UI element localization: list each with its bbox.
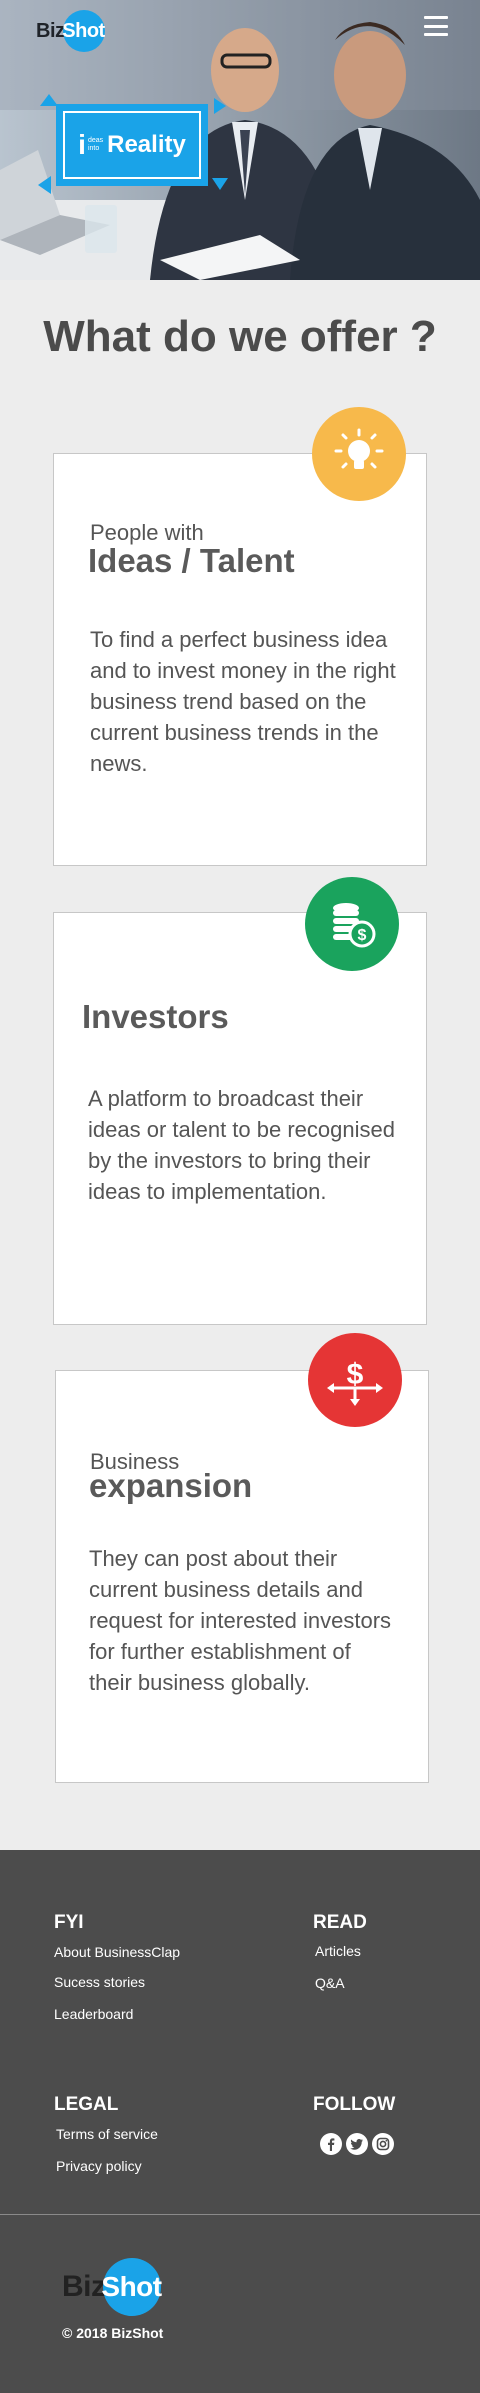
footer-link-terms[interactable]: Terms of service	[56, 2126, 158, 2142]
facebook-icon[interactable]	[320, 2133, 342, 2155]
card-heading: expansion	[89, 1467, 253, 1504]
twitter-icon[interactable]	[346, 2133, 368, 2155]
offer-card-ideas: People with Ideas / Talent To find a per…	[53, 453, 427, 866]
dollar-expansion-icon: $	[308, 1333, 402, 1427]
badge-small-line: into	[87, 145, 100, 152]
hamburger-menu-icon[interactable]	[424, 16, 448, 36]
footer-heading-fyi: FYI	[54, 1912, 84, 1933]
hero-banner: Biz Shot i deas into Reality	[0, 0, 480, 280]
lightbulb-icon	[312, 407, 406, 501]
menu-bar	[424, 24, 448, 28]
footer-link-about[interactable]: About BusinessClap	[54, 1944, 180, 1960]
ideas-into-reality-badge: i deas into Reality	[56, 104, 208, 186]
badge-text: Reality	[107, 131, 186, 158]
footer-heading-read: READ	[313, 1912, 367, 1933]
card-description: To find a perfect business idea and to i…	[90, 627, 396, 776]
offer-card-expansion: Business expansion They can post about t…	[55, 1370, 429, 1783]
decor-triangle	[212, 178, 228, 190]
decor-triangle	[214, 98, 226, 114]
offer-card-investors: Investors A platform to broadcast their …	[53, 912, 427, 1325]
card-heading: Investors	[82, 998, 229, 1035]
social-links	[320, 2133, 394, 2155]
menu-bar	[424, 16, 448, 19]
logo-biz-text: Biz	[62, 2270, 106, 2303]
badge-frame: i deas into Reality	[63, 111, 201, 179]
logo-biz-text: Biz	[36, 19, 65, 42]
footer-link-leaderboard[interactable]: Leaderboard	[54, 2006, 133, 2022]
badge-letter: i	[78, 129, 86, 160]
coins-icon: $	[305, 877, 399, 971]
card-description: A platform to broadcast their ideas or t…	[88, 1086, 395, 1204]
logo-shot-circle: Shot	[101, 2258, 162, 2316]
section-title: What do we offer ?	[43, 312, 437, 361]
badge-small-text: deas into	[88, 137, 103, 153]
footer-logo[interactable]: Biz Shot	[62, 2258, 162, 2316]
header-logo[interactable]: Biz Shot	[36, 10, 105, 52]
site-footer: FYI About BusinessClap Sucess stories Le…	[0, 1850, 480, 2393]
footer-link-qa[interactable]: Q&A	[315, 1975, 345, 1991]
badge-small-line: deas	[87, 137, 104, 144]
decor-triangle	[38, 176, 51, 194]
footer-heading-follow: FOLLOW	[313, 2094, 396, 2115]
footer-link-articles[interactable]: Articles	[315, 1943, 361, 1959]
footer-heading-legal: LEGAL	[54, 2094, 119, 2115]
footer-link-success-stories[interactable]: Sucess stories	[54, 1974, 145, 1990]
svg-text:$: $	[347, 1358, 364, 1391]
instagram-icon[interactable]	[372, 2133, 394, 2155]
logo-shot-circle: Shot	[62, 10, 105, 52]
copyright-text: © 2018 BizShot	[62, 2325, 164, 2341]
svg-text:$: $	[358, 927, 367, 944]
footer-link-privacy[interactable]: Privacy policy	[56, 2158, 142, 2174]
menu-bar	[424, 33, 448, 36]
footer-divider	[0, 2214, 480, 2215]
card-description: They can post about their current busine…	[89, 1546, 392, 1695]
card-heading: Ideas / Talent	[88, 542, 295, 579]
